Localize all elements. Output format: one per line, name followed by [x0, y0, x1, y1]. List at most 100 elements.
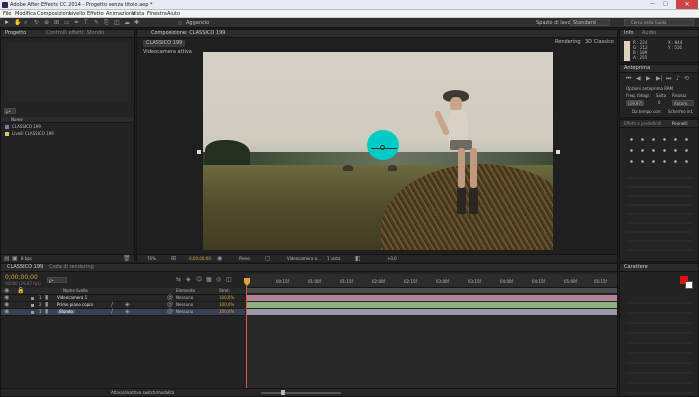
play-icon[interactable]: ▶: [646, 76, 651, 82]
zoom-slider-thumb[interactable]: [281, 390, 285, 395]
layer-row[interactable]: ◉ 1 ▮ Videocamera 1 @ Nessuno 100,0%: [1, 295, 245, 302]
tab-project[interactable]: Progetto: [5, 31, 26, 36]
minimize-button[interactable]: —: [650, 2, 655, 7]
roto-brush-icon[interactable]: ☁: [124, 20, 130, 26]
menu-composizione[interactable]: Composizione: [37, 12, 72, 17]
audio-icon[interactable]: ♪: [676, 76, 680, 82]
from-current-time[interactable]: Da tempo corr.: [632, 110, 662, 114]
frame-blend-icon[interactable]: ▦: [206, 277, 212, 283]
rectangle-tool-icon[interactable]: ▭: [64, 20, 70, 26]
comp-subtab[interactable]: CLASSICO 199: [143, 40, 186, 47]
3d-layer-switch-icon[interactable]: ◈: [125, 309, 130, 315]
res-select[interactable]: Autom.: [672, 100, 694, 106]
timeline-search-input[interactable]: ρ•: [47, 277, 67, 283]
type-tool-icon[interactable]: T: [84, 20, 88, 26]
visibility-icon[interactable]: ◉: [4, 309, 9, 315]
project-item[interactable]: CLASSICO 199: [1, 124, 134, 131]
search-help-input[interactable]: Cerca nella Guida: [624, 19, 694, 26]
workspace-select[interactable]: Standard: [570, 19, 610, 26]
first-frame-icon[interactable]: ⏮: [626, 76, 631, 82]
loop-icon[interactable]: ⟲: [684, 76, 689, 82]
pen-tool-icon[interactable]: ✒: [74, 20, 79, 26]
menu-finestra[interactable]: Finestra: [147, 12, 167, 17]
menu-file[interactable]: File: [3, 12, 11, 17]
layer-parent[interactable]: Nessuno: [176, 296, 193, 300]
trash-icon[interactable]: 🗑: [123, 256, 131, 262]
fullscreen-option[interactable]: Schermo int.: [668, 110, 693, 114]
tab-character[interactable]: Carattere: [624, 265, 648, 270]
layer-stretch[interactable]: 100,0%: [219, 310, 234, 314]
layer-stretch[interactable]: 100,0%: [219, 303, 234, 307]
tab-timeline[interactable]: CLASSICO 199: [7, 265, 43, 270]
menu-livello[interactable]: Livello: [69, 12, 85, 17]
stroke-color-swatch[interactable]: [685, 281, 693, 289]
quality-select[interactable]: Pieno: [239, 257, 250, 261]
composition-viewer[interactable]: [203, 52, 553, 250]
zoom-slider[interactable]: [261, 392, 341, 394]
layer-parent[interactable]: Nessuno: [176, 310, 193, 314]
clone-tool-icon[interactable]: ⎘: [104, 20, 109, 26]
parent-pickwhip-icon[interactable]: @: [167, 309, 173, 315]
menu-aiuto[interactable]: Aiuto: [167, 12, 180, 17]
tab-effect-controls[interactable]: Controlli effetti: Sfondo: [46, 31, 104, 36]
tab-audio[interactable]: Audio: [642, 31, 656, 36]
camera-tool-icon[interactable]: ⊕: [44, 20, 49, 26]
layer-stretch[interactable]: 100,0%: [219, 296, 234, 300]
layer-name[interactable]: Videocamera 1: [57, 296, 87, 300]
ram-preview-options[interactable]: Opzioni anteprima RAM: [626, 87, 673, 91]
graph-editor-icon[interactable]: ◫: [226, 277, 232, 283]
maximize-button[interactable]: □: [663, 2, 668, 7]
freq-select[interactable]: (29,97): [626, 100, 644, 106]
layer-row[interactable]: ◉ 3 ▮ Sfondo / ◈ @ Nessuno 100,0%: [1, 309, 245, 316]
work-area-bar[interactable]: [246, 288, 617, 293]
shy-icon[interactable]: ☺: [196, 277, 202, 283]
camera-select[interactable]: Videocamera a...: [287, 257, 321, 261]
tab-effects-presets[interactable]: Effetti e predefiniti: [624, 122, 661, 126]
layer-bar[interactable]: [246, 302, 617, 308]
last-frame-icon[interactable]: ⏭: [666, 76, 671, 82]
time-ruler[interactable]: 00:15f 01:00f 01:15f 02:00f 02:15f 03:00…: [246, 274, 617, 288]
camera-anchor[interactable]: [380, 145, 385, 150]
new-folder-icon[interactable]: ▣: [12, 256, 18, 262]
rotate-tool-icon[interactable]: ↻: [34, 20, 39, 26]
puppet-tool-icon[interactable]: ✱: [134, 20, 139, 26]
brush-tool-icon[interactable]: ✎: [94, 20, 99, 26]
layer-row[interactable]: ◉ 2 ▮ Primo piano copia / ◈ @ Nessuno 10…: [1, 302, 245, 309]
brush-grid[interactable]: [626, 134, 692, 164]
selection-tool-icon[interactable]: ➤: [4, 20, 9, 26]
menu-animazione[interactable]: Animazione: [106, 12, 135, 17]
zoom-tool-icon[interactable]: ⌕: [24, 20, 27, 26]
layer-name[interactable]: Sfondo: [57, 310, 75, 314]
switch-icon[interactable]: /: [111, 309, 113, 315]
tab-composition[interactable]: Composizione: CLASSICO 199: [151, 31, 225, 36]
menu-vista[interactable]: Vista: [132, 12, 144, 17]
tab-preview[interactable]: Anteprima: [624, 66, 650, 71]
renderer-label[interactable]: 3D Classico: [585, 40, 614, 45]
menu-effetto[interactable]: Effetto: [87, 12, 104, 17]
next-frame-icon[interactable]: ▶|: [656, 76, 663, 82]
exposure-value[interactable]: +0,0: [387, 257, 397, 261]
region-icon[interactable]: ▢: [265, 256, 271, 262]
project-search-input[interactable]: ρ•: [4, 108, 16, 114]
project-item[interactable]: Livelli CLASSICO 199: [1, 131, 134, 138]
zoom-select[interactable]: 70%: [147, 257, 156, 261]
close-button[interactable]: ✕: [676, 0, 698, 9]
snap-checkbox[interactable]: [178, 21, 182, 25]
hand-tool-icon[interactable]: ✋: [14, 20, 21, 26]
timeline-timecode[interactable]: 0;00;00;00: [5, 274, 38, 281]
draft-3d-icon[interactable]: ◈: [186, 277, 191, 283]
comp-mini-flowchart-icon[interactable]: ⇆: [176, 277, 181, 283]
pan-behind-tool-icon[interactable]: ⊞: [54, 20, 59, 26]
grid-icon[interactable]: ⊞: [171, 256, 176, 262]
layer-bar[interactable]: [246, 295, 617, 301]
tab-render-queue[interactable]: Coda di rendering: [49, 265, 94, 270]
prev-frame-icon[interactable]: ◀: [636, 76, 641, 82]
comp-timecode[interactable]: 0;00;00;00: [189, 257, 211, 261]
tab-info[interactable]: Info: [624, 31, 633, 36]
motion-blur-icon[interactable]: ◎: [216, 277, 221, 283]
viewer-handle-right[interactable]: [556, 150, 560, 154]
interpret-footage-icon[interactable]: ▤: [4, 256, 10, 262]
layer-name[interactable]: Primo piano copia: [57, 303, 93, 307]
view-layout-select[interactable]: 1 vista: [327, 257, 340, 261]
toggle-switches-modes[interactable]: Attiva/disattiva switch/modalità: [111, 391, 174, 395]
